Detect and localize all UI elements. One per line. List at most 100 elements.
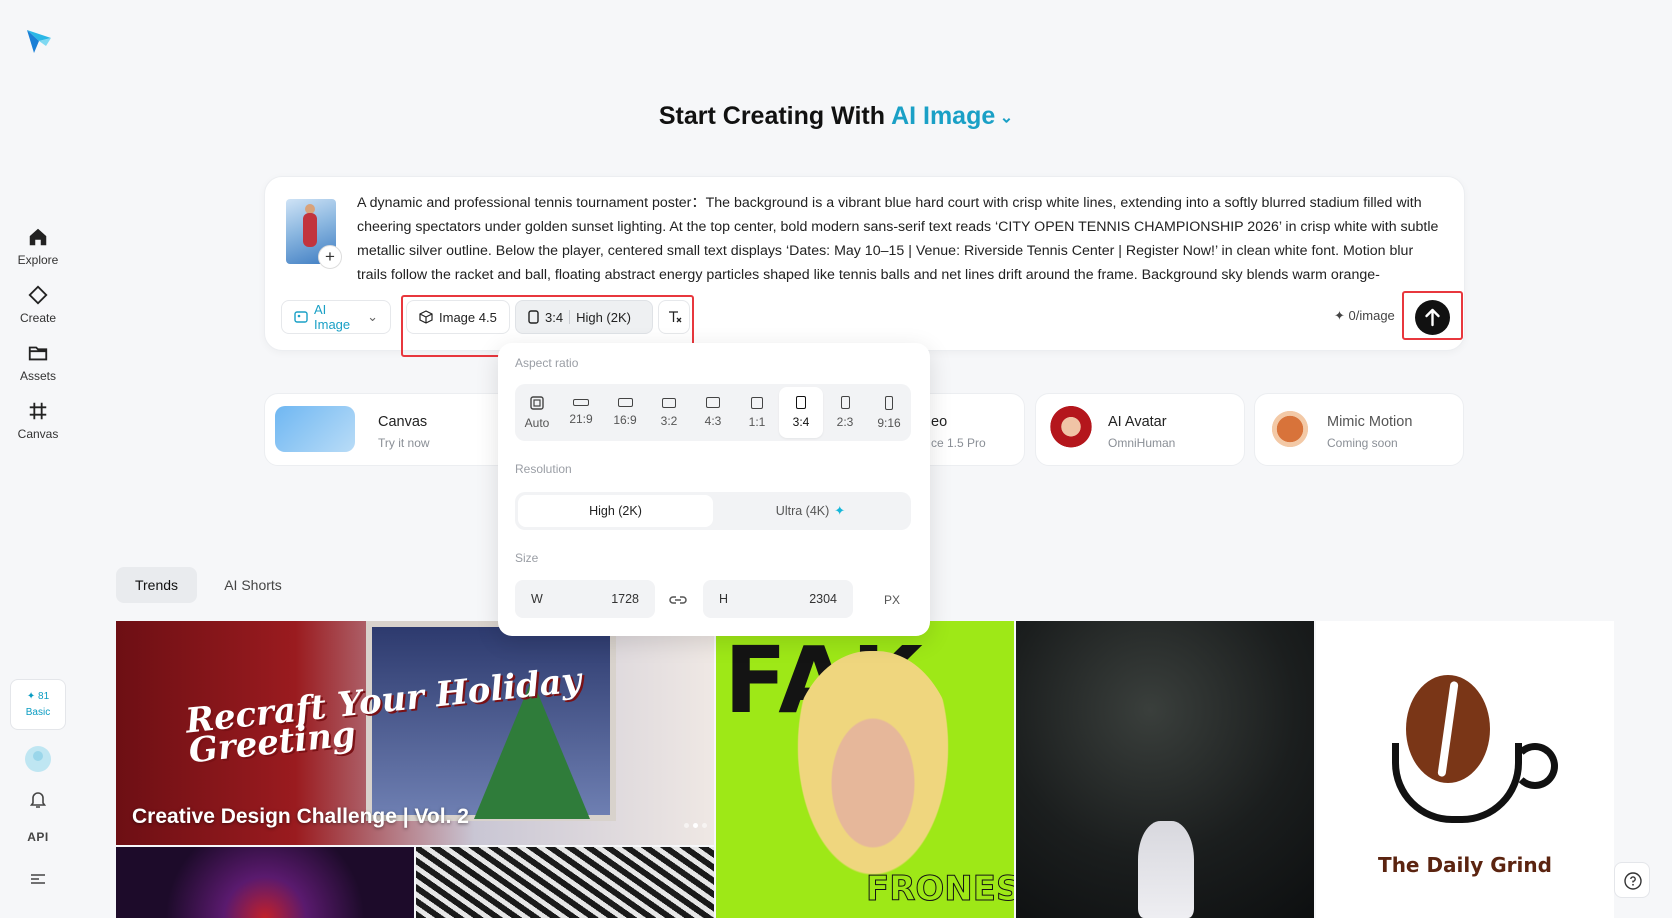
folder-icon [27,342,49,364]
aspect-ratio-label: Aspect ratio [515,356,579,370]
resolution-label: Resolution [515,462,572,476]
ratio-option-1-1[interactable]: 1:1 [735,384,779,441]
mimic-thumbnail [1267,406,1313,452]
unit-label: PX [884,593,901,607]
api-link[interactable]: API [22,830,54,844]
menu-icon[interactable] [29,870,47,888]
aspect-ratio-options: Auto 21:9 16:9 3:2 4:3 1:1 3:4 2:3 9:16 [515,384,911,441]
ratio-shape-icon [751,396,763,409]
ratio-label: Auto [524,415,550,430]
height-label: H [719,592,729,606]
quick-card-subtitle: OmniHuman [1108,436,1176,450]
title-prefix: Start Creating With [658,102,886,130]
featured-caption: Creative Design Challenge | Vol. 2 [132,805,469,828]
sidebar-item-label: Assets [19,369,56,383]
ratio-option-2-3[interactable]: 2:3 [823,384,867,441]
resolution-options: High (2K) Ultra (4K) ✦ [515,492,911,530]
ratio-option-3-4[interactable]: 3:4 [779,387,823,438]
cost-label: 0/image [1348,308,1395,323]
mode-dropdown-label: AI Image [314,302,351,332]
ratio-option-16-9[interactable]: 16:9 [603,384,647,441]
chevron-down-icon: ⌄ [995,109,1014,127]
portrait-figure [788,651,958,891]
canvas-thumbnail [275,406,355,452]
gallery-item-dark-forest[interactable] [1016,621,1314,918]
sidebar-item-assets[interactable]: Assets [0,342,76,383]
tab-ai-shorts[interactable]: AI Shorts [214,567,292,603]
ratio-shape-icon [840,396,850,409]
sidebar-item-explore[interactable]: Explore [0,226,76,267]
prompt-input[interactable]: A dynamic and professional tennis tourna… [357,191,1447,283]
mode-selector[interactable]: AI Image ⌄ [891,102,1013,130]
gallery-item-poster[interactable]: FAK FRONES [716,621,1014,918]
ratio-label: 21:9 [569,412,593,426]
quick-card-mimic-motion[interactable]: Mimic Motion Coming soon [1254,393,1464,466]
quick-card-title: Canvas [378,414,428,430]
poster-footer-text: FRONES [865,869,1014,910]
bell-icon[interactable] [27,788,49,810]
width-label: W [531,592,543,606]
ratio-shape-icon [662,397,676,408]
ratio-shape-icon [796,396,806,409]
link-icon[interactable] [668,590,688,610]
ratio-option-4-3[interactable]: 4:3 [691,384,735,441]
sidebar-item-label: Create [19,311,57,325]
credits-count: ✦ 81 [27,691,49,702]
sparkle-icon: ✦ [834,503,846,518]
quick-card-title: eo [931,414,948,430]
sparkle-icon: ✦ [26,691,36,702]
add-image-button[interactable]: + [318,245,342,269]
highlight-box [1402,291,1463,340]
resolution-option-label: High (2K) [589,504,642,518]
ratio-label: 3:4 [792,415,810,429]
resolution-option-high[interactable]: High (2K) [518,495,713,527]
canvas-icon [27,400,49,422]
cup-icon [1392,743,1522,823]
ratio-popover: Aspect ratio Auto 21:9 16:9 3:2 4:3 1:1 … [498,343,930,636]
ratio-shape-icon [573,399,589,406]
resolution-option-label: Ultra (4K) [775,504,830,518]
quick-card-title: AI Avatar [1108,414,1167,430]
plan-label: Basic [25,707,51,718]
gallery-item-logo[interactable]: The Daily Grind [1316,621,1614,918]
quick-card-subtitle: ce 1.5 Pro [931,436,986,450]
credits-badge[interactable]: ✦ 81 Basic [10,679,66,730]
ratio-option-21-9[interactable]: 21:9 [559,384,603,441]
quick-card-canvas[interactable]: Canvas Try it now [264,393,534,466]
credits-value: 81 [38,691,50,702]
image-icon [294,310,308,324]
question-icon [1615,863,1649,899]
ratio-label: 2:3 [836,415,854,429]
tab-trends[interactable]: Trends [116,567,197,603]
quick-card-ai-avatar[interactable]: AI Avatar OmniHuman [1035,393,1245,466]
diamond-icon [27,284,49,306]
mode-dropdown[interactable]: AI Image ⌄ [281,300,391,334]
chevron-down-icon: ⌄ [367,309,378,324]
mode-label: AI Image [891,102,996,130]
ratio-option-9-16[interactable]: 9:16 [867,384,911,441]
gallery-item-featured[interactable]: Recraft Your Holiday Greeting Creative D… [116,621,714,845]
ratio-label: 9:16 [877,415,901,430]
width-field[interactable]: W 1728 [515,580,655,618]
ratio-option-auto[interactable]: Auto [515,384,559,441]
app-logo[interactable] [24,26,54,56]
resolution-option-ultra[interactable]: Ultra (4K) ✦ [713,495,908,527]
carousel-dots[interactable] [684,823,707,828]
sidebar-item-canvas[interactable]: Canvas [0,400,76,441]
height-value: 2304 [809,592,837,606]
gallery-item[interactable] [416,847,714,918]
logo-name: The Daily Grind [1378,853,1552,877]
sidebar-item-label: Explore [17,253,59,267]
sidebar-item-create[interactable]: Create [0,284,76,325]
height-field[interactable]: H 2304 [703,580,853,618]
page-title: Start Creating With AI Image ⌄ [0,102,1672,131]
quick-card-subtitle: Try it now [378,436,430,450]
help-button[interactable] [1614,862,1650,898]
gallery-item[interactable] [116,847,414,918]
avatar[interactable] [25,746,51,772]
ratio-label: 3:2 [660,413,678,428]
quick-card-subtitle: Coming soon [1327,436,1398,450]
ratio-option-3-2[interactable]: 3:2 [647,384,691,441]
quick-card-title: Mimic Motion [1327,414,1413,430]
ratio-label: 4:3 [704,414,722,428]
